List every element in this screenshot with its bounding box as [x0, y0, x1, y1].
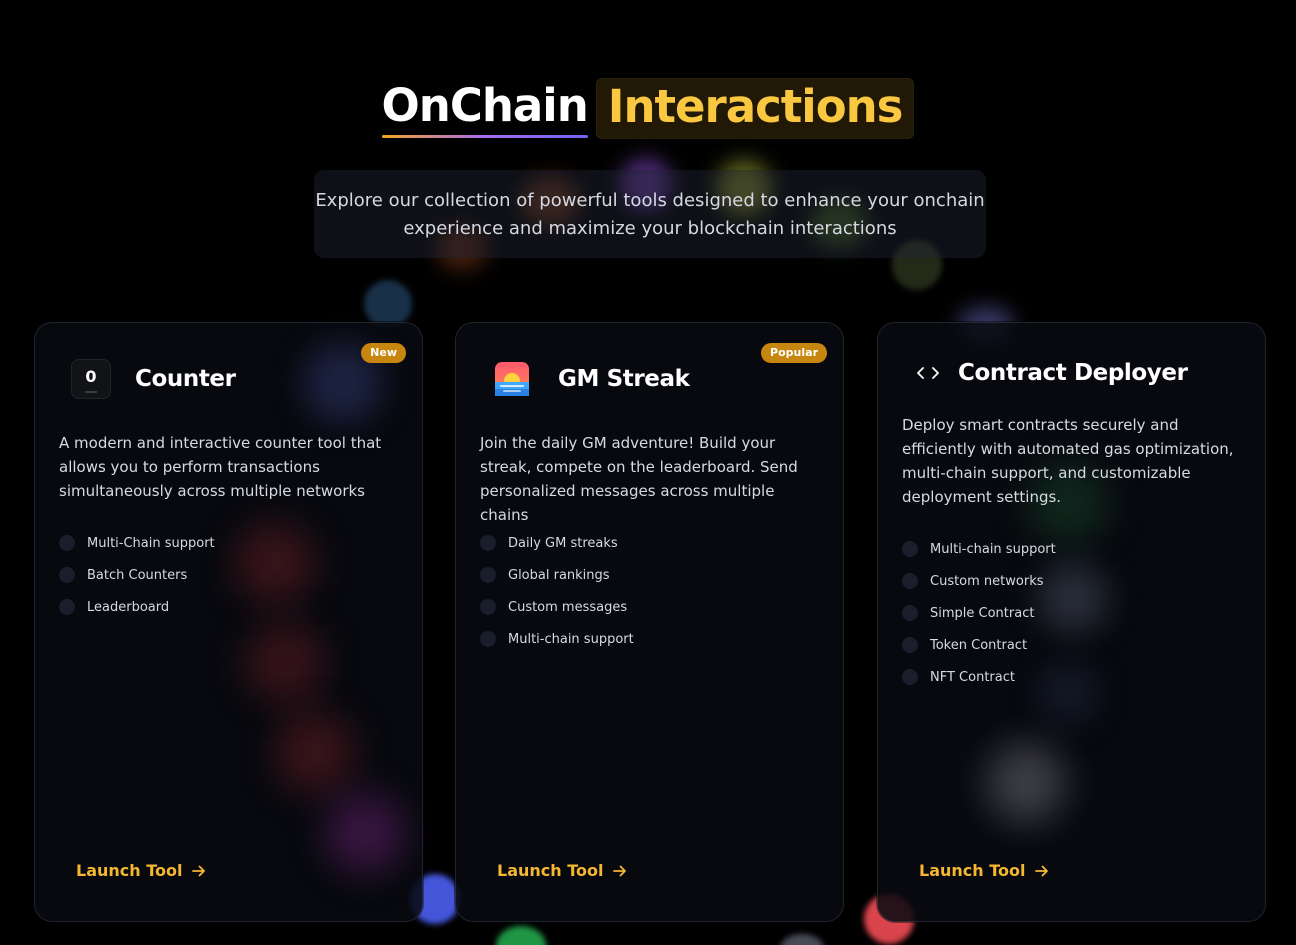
card-header: Contract Deployer — [912, 353, 1188, 393]
page-title-highlight: Interactions — [595, 78, 915, 139]
feature-item: Multi-Chain support — [59, 527, 215, 559]
bullet-icon — [902, 573, 918, 589]
background-orb — [496, 926, 546, 945]
feature-label: NFT Contract — [930, 669, 1015, 685]
card-orb — [325, 793, 405, 873]
feature-item: Batch Counters — [59, 559, 215, 591]
bullet-icon — [480, 567, 496, 583]
feature-item: Leaderboard — [59, 591, 215, 623]
launch-tool-label: Launch Tool — [919, 861, 1026, 880]
page: OnChain Interactions Explore our collect… — [0, 0, 1296, 945]
feature-label: Multi-chain support — [930, 541, 1056, 557]
title-underline — [381, 135, 588, 138]
feature-item: Multi-chain support — [480, 623, 634, 655]
background-orb — [364, 280, 412, 328]
launch-tool-button[interactable]: Launch Tool — [497, 861, 628, 880]
feature-label: Simple Contract — [930, 605, 1035, 621]
counter-icon-digit: 0 — [85, 366, 97, 386]
launch-tool-label: Launch Tool — [76, 861, 183, 880]
launch-tool-button[interactable]: Launch Tool — [919, 861, 1050, 880]
feature-item: Simple Contract — [902, 597, 1056, 629]
popular-badge: Popular — [761, 343, 827, 363]
feature-list: Multi-Chain support Batch Counters Leade… — [59, 527, 215, 623]
card-header: 0 Counter — [71, 359, 236, 399]
card-description: Deploy smart contracts securely and effi… — [902, 416, 1234, 506]
feature-label: Multi-chain support — [508, 631, 634, 647]
arrow-right-icon — [612, 863, 628, 879]
page-title-primary: OnChain — [381, 79, 589, 138]
feature-item: Custom messages — [480, 591, 634, 623]
feature-list: Multi-chain support Custom networks Simp… — [902, 533, 1056, 693]
launch-tool-button[interactable]: Launch Tool — [76, 861, 207, 880]
tool-card-gm-streak[interactable]: Popular GM Streak Join the daily GM adve… — [455, 322, 844, 922]
counter-icon: 0 — [71, 359, 111, 399]
card-title: Contract Deployer — [958, 360, 1188, 386]
card-description: Join the daily GM adventure! Build your … — [480, 434, 798, 524]
feature-label: Custom networks — [930, 573, 1044, 589]
bullet-icon — [480, 535, 496, 551]
new-badge: New — [361, 343, 406, 363]
sunrise-icon — [492, 359, 532, 399]
code-icon — [912, 353, 944, 393]
card-orb — [235, 523, 315, 603]
feature-item: Custom networks — [902, 565, 1056, 597]
card-header: GM Streak — [492, 359, 690, 399]
bullet-icon — [902, 541, 918, 557]
feature-item: Token Contract — [902, 629, 1056, 661]
tool-card-counter[interactable]: New 0 Counter A modern and interactive c… — [34, 322, 423, 922]
card-orb — [986, 743, 1066, 823]
feature-item: Global rankings — [480, 559, 634, 591]
bullet-icon — [59, 535, 75, 551]
bullet-icon — [902, 637, 918, 653]
feature-item: NFT Contract — [902, 661, 1056, 693]
feature-label: Batch Counters — [87, 567, 188, 583]
arrow-right-icon — [191, 863, 207, 879]
page-heading: OnChain Interactions — [0, 78, 1296, 139]
bullet-icon — [480, 631, 496, 647]
card-orb — [245, 623, 325, 703]
bullet-icon — [59, 599, 75, 615]
feature-label: Token Contract — [930, 637, 1028, 653]
feature-label: Custom messages — [508, 599, 628, 615]
page-subtitle: Explore our collection of powerful tools… — [314, 170, 986, 258]
background-orb — [780, 934, 824, 945]
feature-label: Leaderboard — [87, 599, 170, 615]
bullet-icon — [480, 599, 496, 615]
card-orb — [275, 713, 355, 793]
feature-item: Daily GM streaks — [480, 527, 634, 559]
feature-item: Multi-chain support — [902, 533, 1056, 565]
bullet-icon — [902, 605, 918, 621]
card-description: A modern and interactive counter tool th… — [59, 434, 382, 500]
card-title: Counter — [135, 366, 236, 392]
title-primary-text: OnChain — [381, 79, 589, 132]
bullet-icon — [59, 567, 75, 583]
launch-tool-label: Launch Tool — [497, 861, 604, 880]
bullet-icon — [902, 669, 918, 685]
feature-label: Daily GM streaks — [508, 535, 618, 551]
feature-label: Multi-Chain support — [87, 535, 215, 551]
feature-label: Global rankings — [508, 567, 610, 583]
tool-card-contract-deployer[interactable]: Contract Deployer Deploy smart contracts… — [877, 322, 1266, 922]
card-title: GM Streak — [558, 366, 690, 392]
feature-list: Daily GM streaks Global rankings Custom … — [480, 527, 634, 655]
arrow-right-icon — [1034, 863, 1050, 879]
